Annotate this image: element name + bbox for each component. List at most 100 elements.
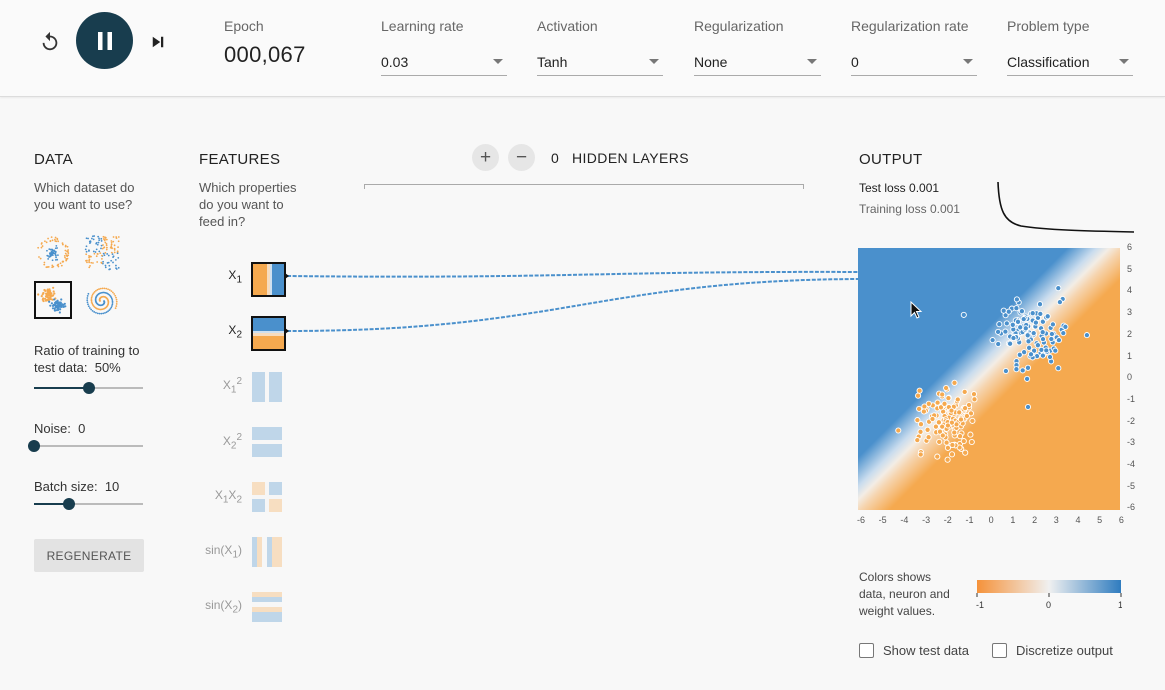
data-point	[989, 337, 996, 344]
training-loss: Training loss 0.001	[859, 202, 960, 216]
output-heatmap[interactable]	[858, 248, 1120, 510]
data-point	[963, 412, 970, 420]
y-tick-label: 6	[1127, 242, 1133, 252]
training-loss-value: 0.001	[929, 202, 960, 216]
y-tick-label: -5	[1127, 480, 1136, 491]
x-tick-label: 4	[1075, 515, 1081, 525]
data-point	[1024, 403, 1032, 411]
data-point	[920, 408, 927, 415]
data-point	[1019, 367, 1026, 374]
data-point	[967, 431, 974, 438]
data-point	[944, 422, 951, 429]
data-point	[1022, 325, 1029, 332]
legend-line3: weight values.	[859, 604, 936, 618]
data-point	[1002, 328, 1009, 335]
discretize-output-toggle[interactable]: Discretize output	[992, 643, 1113, 658]
data-point	[917, 451, 924, 458]
data-point	[943, 384, 950, 392]
data-point	[962, 405, 969, 412]
x-tick-label: -2	[943, 515, 952, 525]
data-point	[1036, 301, 1044, 308]
data-point	[1024, 375, 1031, 382]
data-point	[1038, 346, 1045, 353]
data-point	[954, 396, 961, 403]
data-point	[948, 407, 955, 414]
output-title: OUTPUT	[859, 151, 923, 168]
data-point	[1014, 318, 1022, 325]
data-point	[1016, 351, 1023, 358]
y-tick-label: 4	[1127, 285, 1133, 296]
data-point	[1048, 335, 1055, 343]
y-tick-label: -3	[1127, 437, 1136, 448]
data-point	[939, 432, 946, 439]
data-point	[995, 340, 1002, 348]
data-point	[1062, 323, 1069, 330]
legend-line2: data, neuron and	[859, 587, 950, 601]
show-test-data-toggle[interactable]: Show test data	[859, 643, 969, 658]
scale-mid-label: 0	[1046, 600, 1051, 610]
link-x1-output[interactable]	[286, 270, 861, 278]
data-point	[1017, 324, 1024, 331]
data-point	[1039, 352, 1046, 359]
data-point	[956, 409, 963, 416]
data-point	[1005, 308, 1012, 315]
loss-curve-chart	[997, 181, 1135, 233]
show-test-data-checkbox[interactable]	[859, 643, 874, 658]
x-tick-label: -4	[900, 515, 909, 525]
data-point	[936, 438, 943, 445]
x-tick-label: 1	[1010, 515, 1016, 525]
mouse-cursor-icon	[910, 301, 923, 319]
data-point	[949, 441, 956, 449]
data-point	[948, 451, 956, 458]
data-point	[1018, 308, 1025, 315]
data-point	[915, 392, 922, 399]
scale-max-label: 1	[1118, 600, 1122, 610]
data-point	[945, 395, 952, 402]
data-point	[914, 437, 921, 444]
data-point	[916, 405, 923, 412]
scale-min-label: -1	[976, 600, 984, 610]
data-point	[929, 415, 936, 423]
data-point	[1055, 337, 1062, 344]
data-point	[1046, 353, 1054, 361]
decision-background	[858, 248, 1120, 510]
test-loss-label: Test loss	[859, 181, 906, 195]
data-point	[1044, 313, 1051, 320]
data-point	[968, 438, 975, 446]
data-point	[1026, 344, 1033, 351]
data-point	[1027, 351, 1035, 358]
data-point	[917, 421, 925, 428]
data-point	[962, 449, 969, 456]
data-point	[1039, 329, 1046, 336]
data-point	[939, 423, 946, 430]
discretize-output-label: Discretize output	[1016, 643, 1113, 658]
data-point	[1024, 364, 1032, 371]
data-point	[996, 321, 1003, 328]
color-legend-text: Colors shows data, neuron and weight val…	[859, 569, 974, 620]
test-loss-value: 0.001	[909, 181, 940, 195]
data-point	[1032, 319, 1039, 326]
link-x2-arrow	[285, 328, 289, 334]
data-point	[939, 391, 946, 398]
y-tick-label: 0	[1127, 372, 1133, 383]
data-point	[1009, 321, 1016, 328]
data-point	[1055, 285, 1062, 292]
link-x2-output[interactable]	[286, 278, 861, 332]
data-point	[1083, 332, 1090, 339]
x-tick-label: -3	[922, 515, 931, 525]
data-point	[1039, 336, 1047, 343]
discretize-output-checkbox[interactable]	[992, 643, 1007, 658]
y-tick-label: -2	[1127, 415, 1136, 426]
data-point	[1013, 366, 1020, 373]
data-point	[934, 399, 941, 406]
data-point	[1034, 342, 1041, 349]
y-tick-label: 1	[1127, 350, 1133, 361]
x-tick-label: -6	[856, 515, 865, 525]
show-test-data-label: Show test data	[883, 643, 969, 658]
data-point	[1013, 305, 1020, 312]
y-tick-label: 2	[1127, 328, 1133, 339]
data-point	[1003, 320, 1010, 327]
y-tick-label: 5	[1127, 263, 1133, 274]
data-point	[1025, 338, 1032, 345]
data-point	[1000, 307, 1007, 314]
